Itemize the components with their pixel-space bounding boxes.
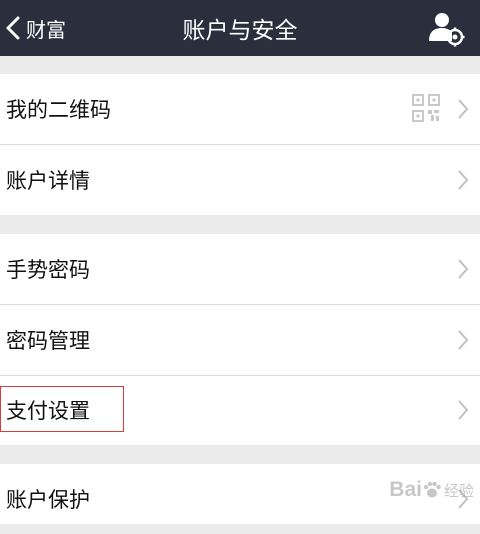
row-label: 手势密码 [6, 258, 90, 282]
navigation-bar: 财富 账户与安全 [0, 0, 480, 56]
chevron-left-icon [6, 16, 20, 40]
watermark: Bai 经验 [389, 478, 474, 502]
chevron-right-icon [458, 400, 469, 420]
paw-icon [423, 481, 441, 498]
back-button[interactable]: 财富 [4, 0, 66, 56]
row-label: 账户保护 [6, 488, 90, 512]
user-settings-button[interactable] [426, 8, 466, 48]
user-settings-icon [429, 13, 465, 47]
row-password-management[interactable]: 密码管理 [0, 305, 480, 375]
row-label: 我的二维码 [6, 98, 111, 122]
row-account-details[interactable]: 账户详情 [0, 145, 480, 215]
settings-group-profile: 我的二维码 账户详情 [0, 74, 480, 215]
row-label: 支付设置 [6, 399, 90, 423]
row-label: 密码管理 [6, 329, 90, 353]
row-payment-settings[interactable]: 支付设置 [0, 375, 480, 445]
row-my-qr-code[interactable]: 我的二维码 [0, 74, 480, 144]
chevron-right-icon [458, 170, 469, 190]
qr-code-icon [412, 94, 440, 122]
settings-group-security: 手势密码 密码管理 支付设置 [0, 234, 480, 445]
chevron-right-icon [458, 330, 469, 350]
chevron-right-icon [458, 99, 469, 119]
watermark-suffix: 经验 [443, 481, 474, 500]
chevron-right-icon [458, 259, 469, 279]
row-gesture-password[interactable]: 手势密码 [0, 234, 480, 304]
row-label: 账户详情 [6, 169, 90, 193]
watermark-brand: Bai [389, 478, 422, 501]
back-label: 财富 [26, 17, 66, 42]
page-title: 账户与安全 [182, 18, 298, 44]
